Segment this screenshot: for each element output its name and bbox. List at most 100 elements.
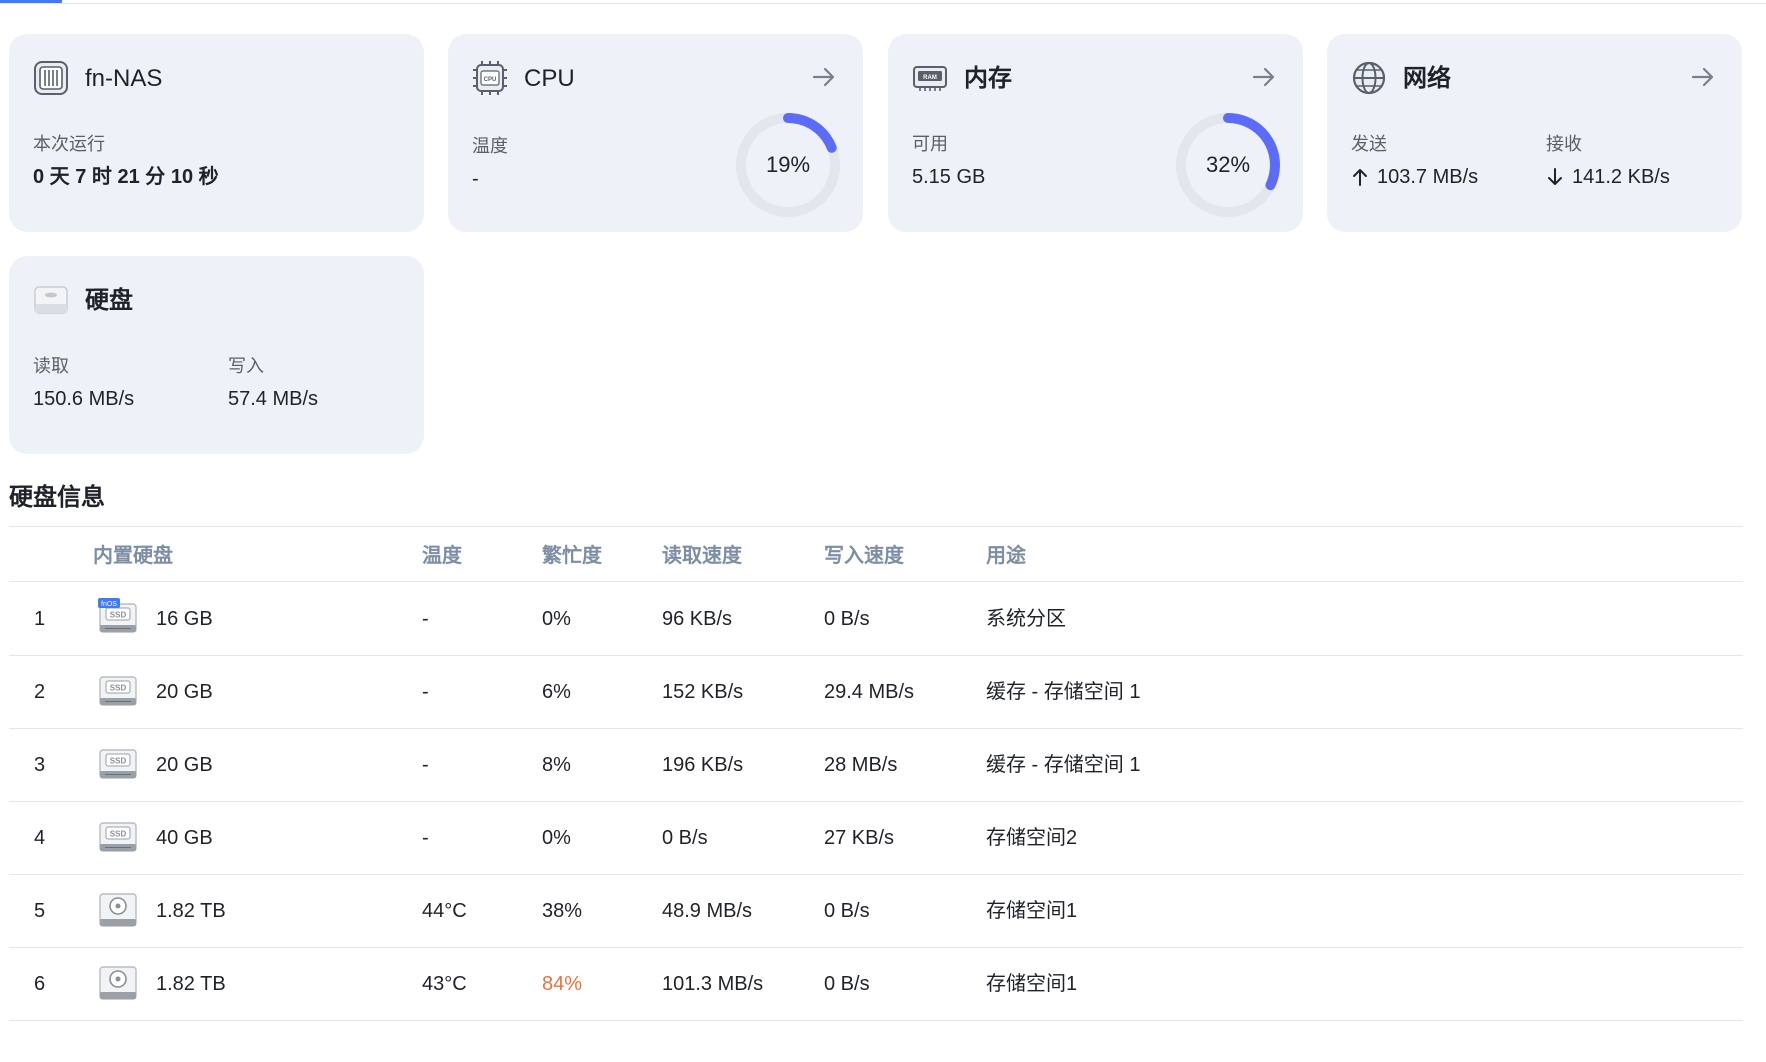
disk-read-speed: 96 KB/s [662, 608, 733, 630]
system-name: fn-NAS [85, 65, 163, 92]
svg-text:SSD: SSD [110, 611, 127, 620]
disk-temperature: - [422, 754, 429, 776]
system-card: fn-NAS 本次运行 0 天 7 时 21 分 10 秒 [9, 34, 424, 232]
disk-title: 硬盘 [85, 287, 133, 314]
disk-read-speed: 152 KB/s [662, 681, 744, 703]
disk-index: 6 [34, 973, 46, 995]
column-header-read-speed[interactable]: 读取速度 [662, 543, 742, 569]
disk-size: 1.82 TB [156, 973, 226, 995]
disk-write-speed: 0 B/s [824, 973, 870, 995]
disk-write-speed: 27 KB/s [824, 827, 895, 849]
disk-busy: 38% [542, 900, 583, 922]
hdd-drive-icon [99, 966, 137, 1000]
disk-index: 2 [34, 681, 46, 703]
disk-write-speed: 28 MB/s [824, 754, 898, 776]
svg-text:CPU: CPU [484, 77, 497, 83]
network-receive-value: 141.2 KB/s [1572, 166, 1670, 188]
svg-text:SSD: SSD [110, 830, 127, 839]
disk-size: 20 GB [156, 681, 213, 703]
table-row[interactable]: 4 40 GB - 0% 0 B/s 27 KB/s 存储空间2 SSD [9, 801, 1743, 875]
table-row[interactable]: 5 1.82 TB 44°C 38% 48.9 MB/s 0 B/s 存储空间1 [9, 874, 1743, 948]
disk-index: 5 [34, 900, 46, 922]
table-row[interactable]: 1 16 GB - 0% 96 KB/s 0 B/s 系统分区 SSD fnOS [9, 582, 1743, 656]
disk-write-speed: 0 B/s [824, 608, 870, 630]
network-receive-label: 接收 [1546, 134, 1582, 154]
cpu-chip-icon: CPU [473, 61, 507, 95]
column-header-disk[interactable]: 内置硬盘 [93, 543, 173, 569]
disk-temperature: - [422, 827, 429, 849]
disk-usage: 系统分区 [986, 608, 1066, 630]
disk-read-speed: 196 KB/s [662, 754, 744, 776]
disk-read-label: 读取 [33, 356, 69, 376]
disk-write-value: 57.4 MB/s [228, 388, 319, 410]
cpu-temp-label: 温度 [472, 136, 508, 156]
hard-disk-icon [34, 286, 68, 314]
table-row[interactable]: 2 20 GB - 6% 152 KB/s 29.4 MB/s 缓存 - 存储空间 1 SSD [9, 655, 1743, 729]
disk-size: 16 GB [156, 608, 213, 630]
disk-index: 3 [34, 754, 46, 776]
section-divider [9, 526, 1743, 527]
disk-read-speed: 48.9 MB/s [662, 900, 753, 922]
disk-size: 20 GB [156, 754, 213, 776]
disk-size: 1.82 TB [156, 900, 226, 922]
disk-temperature: - [422, 608, 429, 630]
cpu-card[interactable]: CPU CPU 温度 - 19% [448, 34, 863, 232]
memory-usage-percent: 32% [1205, 152, 1251, 177]
disk-usage: 存储空间1 [986, 973, 1078, 995]
column-header-temperature[interactable]: 温度 [422, 543, 462, 569]
top-divider [0, 3, 1766, 4]
ssd-drive-icon: SSD [99, 749, 137, 779]
disk-busy: 84% [542, 973, 583, 995]
network-send-label: 发送 [1351, 134, 1387, 154]
disk-usage: 存储空间2 [986, 827, 1078, 849]
disk-busy: 0% [542, 827, 571, 849]
disk-read-speed: 101.3 MB/s [662, 973, 764, 995]
disk-temperature: 43°C [422, 973, 467, 995]
table-row[interactable]: 3 20 GB - 8% 196 KB/s 28 MB/s 缓存 - 存储空间 1 SSD [9, 728, 1743, 802]
disk-write-speed: 0 B/s [824, 900, 870, 922]
arrow-down-icon [1548, 168, 1562, 185]
globe-icon [1352, 61, 1386, 95]
disk-busy: 6% [542, 681, 571, 703]
disk-index: 1 [34, 608, 46, 630]
svg-text:SSD: SSD [110, 757, 127, 766]
memory-available-label: 可用 [912, 134, 948, 154]
uptime-label: 本次运行 [33, 134, 105, 154]
svg-text:SSD: SSD [110, 684, 127, 693]
disk-size: 40 GB [156, 827, 213, 849]
svg-text:RAM: RAM [923, 75, 937, 81]
disk-write-label: 写入 [228, 356, 264, 376]
disk-usage: 存储空间1 [986, 900, 1078, 922]
cpu-usage-percent: 19% [765, 152, 811, 177]
disk-temperature: 44°C [422, 900, 467, 922]
column-header-busy[interactable]: 繁忙度 [542, 543, 602, 569]
ssd-drive-icon: SSD [99, 676, 137, 706]
cpu-title: CPU [524, 65, 575, 92]
ram-chip-icon: RAM [913, 66, 947, 91]
svg-text:fnOS: fnOS [101, 601, 117, 608]
network-card[interactable]: 网络 发送 103.7 MB/s 接收 141.2 KB/s [1327, 34, 1742, 232]
disk-temperature: - [422, 681, 429, 703]
cpu-temp-value: - [472, 168, 479, 190]
memory-available-value: 5.15 GB [912, 166, 986, 188]
disk-usage: 缓存 - 存储空间 1 [986, 754, 1141, 776]
network-send-value: 103.7 MB/s [1377, 166, 1479, 188]
hdd-drive-icon [99, 893, 137, 927]
ssd-drive-icon: SSD [99, 822, 137, 852]
memory-card[interactable]: RAM 内存 可用 5.15 GB 32% [888, 34, 1303, 232]
table-row[interactable]: 6 1.82 TB 43°C 84% 101.3 MB/s 0 B/s 存储空间1 [9, 947, 1743, 1021]
disk-index: 4 [34, 827, 46, 849]
ssd-drive-icon: SSD fnOS [98, 598, 137, 633]
arrow-right-icon[interactable] [1690, 64, 1716, 90]
disk-busy: 8% [542, 754, 571, 776]
disk-write-speed: 29.4 MB/s [824, 681, 915, 703]
disk-info-title: 硬盘信息 [9, 484, 105, 511]
network-title: 网络 [1403, 65, 1451, 92]
disk-read-speed: 0 B/s [662, 827, 708, 849]
arrow-right-icon[interactable] [1251, 64, 1277, 90]
arrow-up-icon [1353, 169, 1367, 186]
column-header-usage[interactable]: 用途 [986, 543, 1026, 569]
arrow-right-icon[interactable] [811, 64, 837, 90]
server-chip-icon [34, 61, 68, 95]
column-header-write-speed[interactable]: 写入速度 [824, 543, 904, 569]
